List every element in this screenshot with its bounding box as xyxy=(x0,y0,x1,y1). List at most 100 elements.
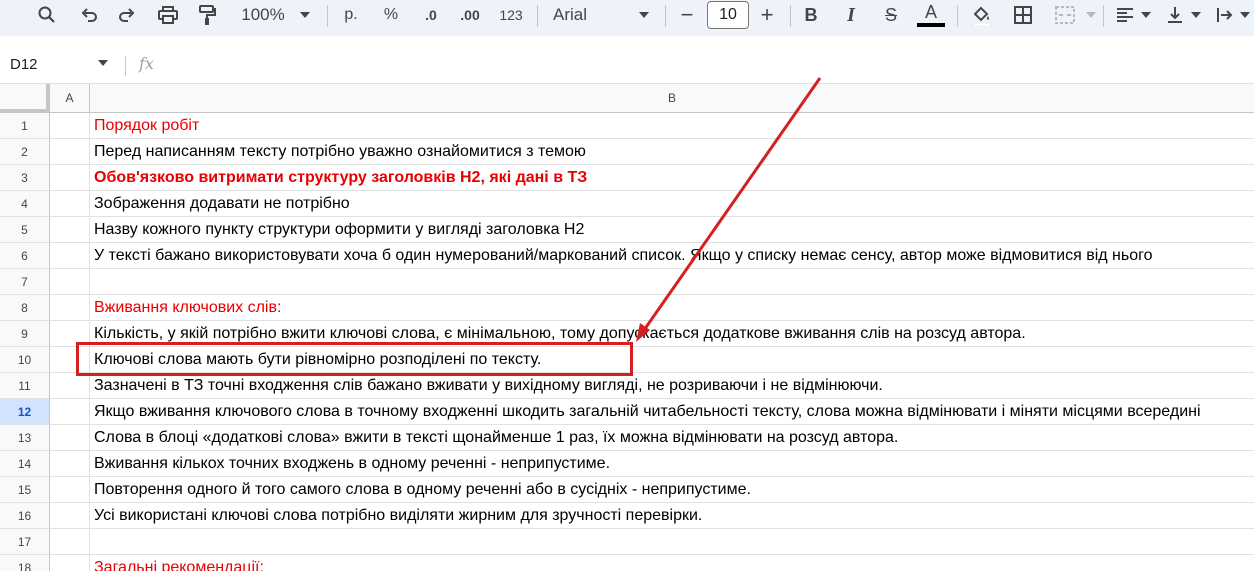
cell-a[interactable] xyxy=(50,295,90,321)
table-row: 13 Слова в блоці «додаткові слова» вжити … xyxy=(0,425,1254,451)
paint-format-icon[interactable] xyxy=(194,0,220,30)
cell-a[interactable] xyxy=(50,191,90,217)
fill-color-icon[interactable] xyxy=(968,0,996,30)
horizontal-align-icon[interactable] xyxy=(1112,0,1138,30)
cell-b[interactable]: Усі використані ключові слова потрібно в… xyxy=(90,503,1254,529)
align-dropdown-icon[interactable] xyxy=(1139,0,1153,30)
table-row: 2 Перед написанням тексту потрібно уважно… xyxy=(0,139,1254,165)
cell-b[interactable]: Перед написанням тексту потрібно уважно … xyxy=(90,139,1254,165)
cell-a[interactable] xyxy=(50,399,90,425)
table-row: 8 Вживання ключових слів: xyxy=(0,295,1254,321)
toolbar-divider xyxy=(1103,5,1104,27)
decrease-decimal-button[interactable]: .0 xyxy=(416,0,446,30)
zoom-dropdown-icon[interactable] xyxy=(297,0,313,30)
merge-cells-icon[interactable] xyxy=(1050,0,1080,30)
cell-b[interactable]: Повторення одного й того самого слова в … xyxy=(90,477,1254,503)
row-header[interactable]: 12 xyxy=(0,399,50,425)
row-header[interactable]: 18 xyxy=(0,555,50,571)
font-size-input[interactable]: 10 xyxy=(707,1,749,29)
toolbar: 100% р. % .0 .00 123 Arial − 10 + B I S … xyxy=(0,0,1254,40)
row-header[interactable]: 13 xyxy=(0,425,50,451)
row-header[interactable]: 10 xyxy=(0,347,50,373)
cell-b[interactable]: Зазначені в ТЗ точні входження слів бажа… xyxy=(90,373,1254,399)
increase-decimal-label: .00 xyxy=(460,7,480,23)
table-row: 17 xyxy=(0,529,1254,555)
table-row: 15 Повторення одного й того самого слова … xyxy=(0,477,1254,503)
cell-a[interactable] xyxy=(50,451,90,477)
vertical-align-icon[interactable] xyxy=(1162,0,1188,30)
row-header[interactable]: 3 xyxy=(0,165,50,191)
table-row: 14 Вживання кількох точних входжень в одн… xyxy=(0,451,1254,477)
name-box[interactable]: D12 xyxy=(10,56,38,73)
font-dropdown-icon[interactable] xyxy=(636,0,652,30)
cell-a[interactable] xyxy=(50,529,90,555)
cell-b[interactable]: Назву кожного пункту структури оформити … xyxy=(90,217,1254,243)
row-header[interactable]: 8 xyxy=(0,295,50,321)
font-family-select[interactable]: Arial xyxy=(553,0,597,30)
cell-a[interactable] xyxy=(50,269,90,295)
row-header[interactable]: 5 xyxy=(0,217,50,243)
search-menus-icon[interactable] xyxy=(34,0,60,30)
undo-icon[interactable] xyxy=(76,0,102,30)
text-color-button[interactable]: A xyxy=(916,0,946,30)
text-wrapping-icon[interactable] xyxy=(1212,0,1238,30)
strikethrough-button[interactable]: S xyxy=(880,0,902,30)
italic-button[interactable]: I xyxy=(840,0,862,30)
cell-a[interactable] xyxy=(50,425,90,451)
cell-a[interactable] xyxy=(50,217,90,243)
borders-icon[interactable] xyxy=(1010,0,1036,30)
cell-b[interactable]: Якщо вживання ключового слова в точному … xyxy=(90,399,1254,425)
row-header[interactable]: 6 xyxy=(0,243,50,269)
column-header-a[interactable]: A xyxy=(50,84,90,113)
name-box-dropdown-icon[interactable] xyxy=(98,57,108,69)
row-header[interactable]: 4 xyxy=(0,191,50,217)
row-header[interactable]: 15 xyxy=(0,477,50,503)
select-all-corner[interactable] xyxy=(0,84,50,113)
cell-b[interactable]: Вживання кількох точних входжень в одном… xyxy=(90,451,1254,477)
cell-a[interactable] xyxy=(50,373,90,399)
toolbar-divider xyxy=(665,5,666,27)
cell-a[interactable] xyxy=(50,113,90,139)
cell-b[interactable] xyxy=(90,529,1254,555)
cell-a[interactable] xyxy=(50,165,90,191)
decrease-font-size-button[interactable]: − xyxy=(676,0,698,30)
more-formats-button[interactable]: 123 xyxy=(496,0,526,30)
row-header[interactable]: 17 xyxy=(0,529,50,555)
row-header[interactable]: 1 xyxy=(0,113,50,139)
spreadsheet-grid: A B 1 Порядок робіт 2 Перед написанням текс… xyxy=(0,84,1254,571)
zoom-select[interactable]: 100% xyxy=(236,0,290,30)
cell-b[interactable]: Загальні рекомендації: xyxy=(90,555,1254,571)
row-header[interactable]: 11 xyxy=(0,373,50,399)
percent-format-button[interactable]: % xyxy=(379,0,403,30)
row-header[interactable]: 16 xyxy=(0,503,50,529)
merge-dropdown-icon[interactable] xyxy=(1084,0,1098,30)
cell-a[interactable] xyxy=(50,503,90,529)
row-header[interactable]: 9 xyxy=(0,321,50,347)
cell-a[interactable] xyxy=(50,243,90,269)
cell-a[interactable] xyxy=(50,477,90,503)
cell-a[interactable] xyxy=(50,555,90,571)
cell-b[interactable]: Зображення додавати не потрібно xyxy=(90,191,1254,217)
cell-b[interactable]: У тексті бажано використовувати хоча б о… xyxy=(90,243,1254,269)
cell-b[interactable]: Порядок робіт xyxy=(90,113,1254,139)
cell-b[interactable]: Слова в блоці «додаткові слова» вжити в … xyxy=(90,425,1254,451)
increase-font-size-button[interactable]: + xyxy=(756,0,778,30)
toolbar-divider xyxy=(537,5,538,27)
increase-decimal-button[interactable]: .00 xyxy=(454,0,486,30)
bold-button[interactable]: B xyxy=(800,0,822,30)
redo-icon[interactable] xyxy=(114,0,140,30)
fx-icon: fx xyxy=(139,54,154,73)
valign-dropdown-icon[interactable] xyxy=(1189,0,1203,30)
wrap-dropdown-icon[interactable] xyxy=(1238,0,1252,30)
row-header[interactable]: 14 xyxy=(0,451,50,477)
cell-b[interactable]: Обов'язково витримати структуру заголовк… xyxy=(90,165,1254,191)
column-header-b[interactable]: B xyxy=(90,84,1254,113)
toolbar-divider xyxy=(327,5,328,27)
row-header[interactable]: 7 xyxy=(0,269,50,295)
print-icon[interactable] xyxy=(155,0,181,30)
currency-format-button[interactable]: р. xyxy=(339,0,363,30)
cell-a[interactable] xyxy=(50,139,90,165)
cell-b[interactable]: Вживання ключових слів: xyxy=(90,295,1254,321)
cell-b[interactable] xyxy=(90,269,1254,295)
row-header[interactable]: 2 xyxy=(0,139,50,165)
